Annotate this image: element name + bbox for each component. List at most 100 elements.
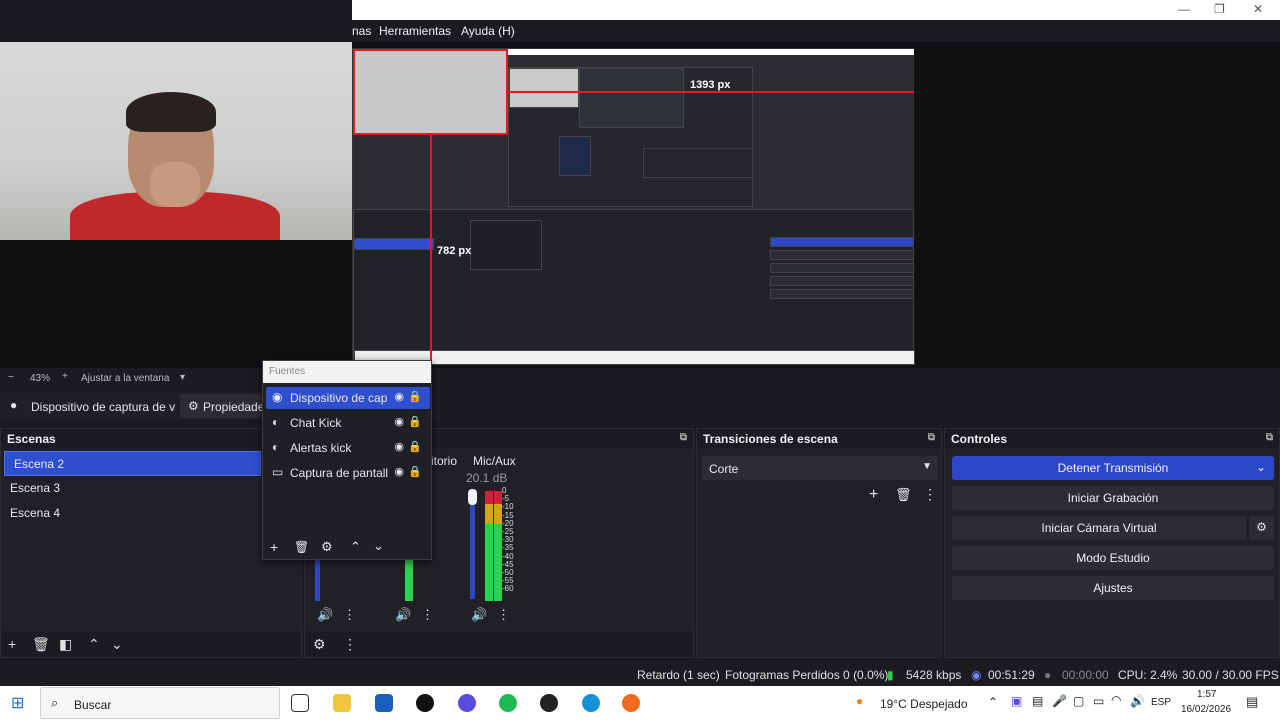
record-time: 00:00:00: [1062, 668, 1109, 682]
wifi-icon[interactable]: ◠: [1111, 693, 1121, 707]
transitions-dock: Transiciones de escena ⧉ Corte ▼ + 🗑 ⋮: [696, 428, 942, 658]
move-scene-down-button[interactable]: ⌄: [111, 636, 123, 653]
start-recording-button[interactable]: Iniciar Grabación: [952, 486, 1274, 510]
move-source-down-button[interactable]: ⌄: [373, 538, 384, 554]
tiktok-icon[interactable]: [416, 694, 434, 712]
scenes-toolbar: + 🗑 ◧ ⌃ ⌄: [1, 631, 301, 657]
transition-select[interactable]: Corte ▼: [702, 456, 938, 480]
edge-icon[interactable]: [582, 694, 600, 712]
add-transition-button[interactable]: +: [869, 486, 878, 504]
scene-item-escena-3[interactable]: Escena 3: [1, 476, 301, 501]
camera-icon[interactable]: ▢: [1073, 694, 1084, 708]
weather-text[interactable]: 19°C Despejado: [880, 697, 968, 711]
fit-window-option[interactable]: Ajustar a la ventana: [81, 373, 169, 384]
preview-area[interactable]: 1393 px 782 px: [0, 42, 1280, 368]
studio-mode-button[interactable]: Modo Estudio: [952, 546, 1274, 570]
nested-preview: [579, 68, 684, 128]
properties-button[interactable]: ⚙ Propiedade: [180, 394, 264, 418]
move-scene-up-button[interactable]: ⌃: [88, 636, 100, 653]
visibility-eye-icon[interactable]: ◉: [394, 465, 404, 478]
search-placeholder: Buscar: [74, 698, 112, 712]
windows-start-icon[interactable]: ⊞: [11, 693, 24, 713]
speaker-icon[interactable]: 🔊: [317, 607, 333, 623]
add-source-button[interactable]: +: [270, 539, 278, 555]
discord-icon[interactable]: [458, 694, 476, 712]
add-scene-button[interactable]: +: [8, 636, 16, 652]
more-options-icon[interactable]: ⋮: [497, 607, 510, 623]
task-view-icon[interactable]: [291, 694, 309, 712]
start-virtual-camera-button[interactable]: Iniciar Cámara Virtual: [952, 516, 1246, 540]
source-selection-box[interactable]: [353, 49, 508, 135]
preview-canvas[interactable]: 1393 px 782 px: [352, 48, 915, 365]
more-options-icon[interactable]: ⋮: [421, 607, 434, 623]
menu-ayuda[interactable]: Ayuda (H): [461, 24, 515, 38]
chevron-down-icon[interactable]: ▾: [180, 372, 185, 383]
visibility-eye-icon[interactable]: ◉: [394, 390, 404, 403]
mic-slider-handle[interactable]: [468, 489, 477, 505]
virtual-camera-settings-button[interactable]: ⚙: [1249, 516, 1274, 540]
selected-source-name: Dispositivo de captura de v: [31, 400, 176, 414]
scene-item-escena-2[interactable]: Escena 2: [4, 451, 261, 476]
visibility-eye-icon[interactable]: ◉: [394, 440, 404, 453]
store-icon[interactable]: [375, 694, 393, 712]
volume-icon[interactable]: 🔊: [1130, 694, 1145, 708]
scene-filters-button[interactable]: ◧: [59, 636, 72, 653]
source-item-chat-kick[interactable]: ◐ Chat Kick ◉ 🔒: [266, 412, 430, 434]
lock-icon[interactable]: 🔒: [408, 465, 422, 478]
more-options-icon[interactable]: ⋮: [343, 607, 356, 623]
menu-vistas[interactable]: nas: [352, 24, 371, 38]
battery-icon[interactable]: ▭: [1093, 694, 1104, 708]
chevron-down-icon[interactable]: ⌄: [1256, 460, 1266, 474]
mixer-menu-icon[interactable]: ⋮: [343, 636, 357, 653]
lock-icon[interactable]: 🔒: [408, 440, 422, 453]
speaker-icon[interactable]: 🔊: [471, 607, 487, 623]
lock-icon[interactable]: 🔒: [408, 415, 422, 428]
close-button[interactable]: ✕: [1253, 2, 1263, 16]
float-icon[interactable]: ⧉: [928, 432, 935, 443]
taskbar-search[interactable]: ⌕ Buscar: [40, 687, 280, 719]
source-item-capture-device[interactable]: ◉ Dispositivo de cap ◉ 🔒: [266, 387, 430, 409]
minimize-button[interactable]: —: [1178, 2, 1190, 16]
zoom-in-button[interactable]: +: [62, 371, 68, 382]
clock-date[interactable]: 16/02/2026: [1181, 704, 1231, 715]
nested-button-4: [770, 276, 914, 286]
microphone-icon[interactable]: 🎤: [1052, 694, 1067, 708]
menu-herramientas[interactable]: Herramientas: [379, 24, 451, 38]
zoom-out-button[interactable]: −: [8, 372, 14, 383]
nested-sources: [470, 220, 542, 270]
remove-transition-button[interactable]: 🗑: [895, 487, 912, 503]
file-explorer-icon[interactable]: [333, 694, 351, 712]
source-item-alertas-kick[interactable]: ◐ Alertas kick ◉ 🔒: [266, 437, 430, 459]
remove-source-button[interactable]: 🗑: [294, 540, 309, 554]
float-icon[interactable]: ⧉: [680, 432, 687, 443]
tray-app-icon[interactable]: ▤: [1032, 694, 1043, 708]
lock-icon[interactable]: 🔒: [408, 390, 422, 403]
move-source-up-button[interactable]: ⌃: [350, 539, 361, 555]
speaker-icon[interactable]: 🔊: [395, 607, 411, 623]
tray-chevron-icon[interactable]: ⌃: [988, 695, 998, 709]
float-icon[interactable]: ⧉: [1266, 432, 1273, 443]
tray-app-icon[interactable]: ▣: [1011, 694, 1022, 708]
transition-menu-icon[interactable]: ⋮: [923, 486, 937, 503]
obs-icon[interactable]: [540, 694, 558, 712]
source-item-screen-capture[interactable]: ▭ Captura de pantall ◉ 🔒: [266, 462, 430, 484]
webcam-feed: [0, 42, 352, 240]
clock-time[interactable]: 1:57: [1197, 689, 1216, 700]
notifications-icon[interactable]: ▤: [1246, 694, 1258, 710]
scene-item-escena-4[interactable]: Escena 4: [1, 501, 301, 526]
aux-volume-slider[interactable]: [315, 559, 320, 601]
stop-streaming-button[interactable]: Detener Transmisión ⌄: [952, 456, 1274, 480]
advanced-audio-icon[interactable]: ⚙: [313, 636, 326, 653]
mic-volume-slider[interactable]: [470, 494, 475, 599]
visibility-eye-icon[interactable]: ◉: [394, 415, 404, 428]
source-properties-button[interactable]: ⚙: [321, 539, 333, 555]
guide-horizontal: [508, 91, 914, 93]
settings-button[interactable]: Ajustes: [952, 576, 1274, 600]
spotify-icon[interactable]: [499, 694, 517, 712]
firefox-icon[interactable]: [622, 694, 640, 712]
remove-scene-button[interactable]: 🗑: [32, 636, 50, 653]
browser-icon: ◐: [272, 415, 280, 429]
language-indicator[interactable]: ESP: [1151, 697, 1171, 708]
restore-button[interactable]: ❐: [1214, 2, 1225, 16]
nested-controls: [643, 148, 753, 178]
